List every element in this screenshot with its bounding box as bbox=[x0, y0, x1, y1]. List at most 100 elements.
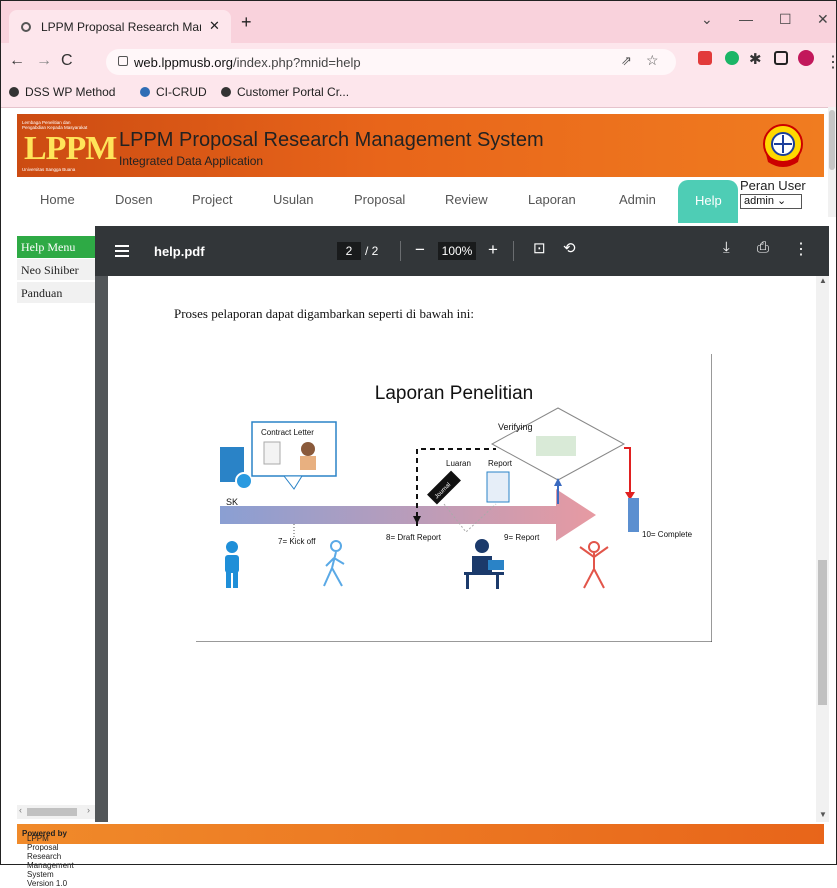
walking-person-icon bbox=[323, 540, 345, 587]
menu-help-active[interactable]: Help bbox=[678, 180, 738, 223]
fit-page-icon[interactable]: ⊡ bbox=[533, 239, 546, 257]
browser-tab[interactable]: LPPM Proposal Research Manage ✕ bbox=[9, 10, 231, 44]
pdf-filename: help.pdf bbox=[154, 244, 205, 259]
maximize-button[interactable]: ☐ bbox=[779, 11, 792, 28]
pdf-intro-text: Proses pelaporan dapat digambarkan seper… bbox=[174, 306, 474, 321]
sidebar-item-neo-sihiber[interactable]: Neo Sihiber bbox=[17, 259, 95, 281]
site-title: LPPM Proposal Research Management System bbox=[119, 129, 544, 151]
report-chart-icon bbox=[486, 471, 510, 503]
lppm-logo: Lembaga Penelitian dan Pengabdian Kepada… bbox=[22, 120, 117, 172]
back-icon[interactable]: ← bbox=[9, 52, 25, 70]
toolbar-divider bbox=[400, 241, 401, 261]
report-step-label: 9= Report bbox=[504, 533, 540, 542]
tab-title: LPPM Proposal Research Manage bbox=[41, 20, 201, 34]
reload-icon[interactable]: C bbox=[61, 52, 73, 70]
forward-icon[interactable]: → bbox=[36, 52, 52, 70]
complete-label: 10= Complete bbox=[642, 530, 693, 539]
university-seal-icon bbox=[763, 124, 803, 167]
side-panel-icon[interactable] bbox=[774, 51, 788, 65]
grammarly-icon[interactable] bbox=[725, 51, 739, 65]
new-tab-button[interactable]: + bbox=[241, 13, 252, 31]
role-select[interactable]: admin ⌄ bbox=[740, 194, 802, 209]
bookmark-ci-crud[interactable]: CI-CRUD bbox=[140, 85, 207, 99]
page-total: / 2 bbox=[365, 244, 379, 258]
luaran-label: Luaran bbox=[446, 459, 471, 468]
menu-admin[interactable]: Admin bbox=[619, 192, 656, 207]
letter-icon bbox=[263, 441, 281, 465]
menu-home[interactable]: Home bbox=[40, 192, 75, 207]
address-bar[interactable]: web.lppmusb.org/index.php?mnid=help ⇗ ☆ bbox=[106, 49, 676, 75]
main-menu: Home Dosen Project Usulan Proposal Revie… bbox=[17, 177, 824, 223]
standing-person-icon bbox=[225, 541, 239, 588]
verifying-label: Verifying bbox=[498, 422, 533, 432]
site-footer: Powered by LPPM Proposal Research Manage… bbox=[17, 824, 824, 888]
scroll-right-icon[interactable]: › bbox=[87, 805, 90, 815]
extensions-puzzle-icon[interactable]: ✱ bbox=[749, 50, 762, 68]
role-label: Peran User bbox=[740, 178, 806, 193]
rotate-icon[interactable]: ⟲ bbox=[563, 239, 576, 257]
tab-close-icon[interactable]: ✕ bbox=[209, 18, 220, 34]
callout-arrow bbox=[282, 475, 303, 490]
site-subtitle: Integrated Data Application bbox=[119, 154, 264, 168]
diagram-title: Laporan Penelitian bbox=[375, 383, 533, 404]
complete-bar bbox=[628, 498, 639, 532]
red-arrow-line bbox=[624, 447, 631, 494]
bookmark-icon bbox=[140, 87, 150, 97]
url-text: web.lppmusb.org/index.php?mnid=help bbox=[134, 55, 361, 70]
horizontal-scroll-thumb[interactable] bbox=[27, 808, 77, 816]
toolbar-divider bbox=[513, 241, 514, 261]
tab-search-chevron-icon[interactable]: ⌄ bbox=[701, 11, 713, 28]
star-icon[interactable]: ☆ bbox=[646, 52, 659, 69]
pdf-scrollbar[interactable]: ▲ ▼ bbox=[816, 276, 829, 822]
draft-report-label: 8= Draft Report bbox=[386, 533, 442, 542]
tab-bar: LPPM Proposal Research Manage ✕ + ⌄ — ☐ … bbox=[1, 1, 836, 44]
sidebar-item-panduan[interactable]: Panduan bbox=[17, 282, 95, 304]
meeting-icon bbox=[536, 436, 576, 456]
menu-project[interactable]: Project bbox=[192, 192, 232, 207]
chevron-down-icon: ⌄ bbox=[777, 195, 787, 207]
menu-proposal[interactable]: Proposal bbox=[354, 192, 405, 207]
globe-icon bbox=[221, 87, 231, 97]
woman-icon bbox=[301, 442, 315, 456]
minimize-button[interactable]: — bbox=[739, 11, 753, 27]
report-label: Report bbox=[488, 459, 513, 468]
globe-icon bbox=[21, 22, 31, 32]
lock-icon bbox=[118, 56, 128, 66]
extension-icon[interactable] bbox=[698, 51, 712, 65]
page-scrollbar-thumb[interactable] bbox=[829, 110, 835, 170]
scroll-left-icon[interactable]: ‹ bbox=[19, 805, 22, 815]
menu-review[interactable]: Review bbox=[445, 192, 488, 207]
footer-text: Powered by LPPM Proposal Research Manage… bbox=[22, 829, 74, 888]
profile-avatar-icon[interactable] bbox=[798, 50, 814, 66]
help-sidebar: Help Menu Neo Sihiber Panduan bbox=[17, 236, 95, 822]
download-icon[interactable]: ⤓ bbox=[723, 239, 730, 256]
scroll-up-icon[interactable]: ▲ bbox=[819, 276, 827, 285]
horizontal-scrollbar[interactable]: ‹ › bbox=[17, 805, 95, 819]
check-icon bbox=[235, 472, 253, 490]
zoom-out-button[interactable]: − bbox=[415, 240, 425, 260]
zoom-in-button[interactable]: + bbox=[488, 240, 498, 260]
close-window-button[interactable]: ✕ bbox=[817, 11, 829, 28]
page-number-input[interactable]: 2 bbox=[337, 242, 361, 260]
bookmark-customer-portal[interactable]: Customer Portal Cr... bbox=[221, 85, 349, 99]
hamburger-menu-icon[interactable] bbox=[115, 245, 129, 247]
share-icon[interactable]: ⇗ bbox=[621, 53, 632, 69]
more-menu-icon[interactable]: ⋮ bbox=[825, 52, 837, 72]
globe-icon bbox=[9, 87, 19, 97]
menu-dosen[interactable]: Dosen bbox=[115, 192, 153, 207]
sidebar-header: Help Menu bbox=[17, 236, 95, 258]
print-icon[interactable]: ⎙ bbox=[757, 239, 769, 256]
zoom-level-input[interactable]: 100% bbox=[438, 242, 476, 260]
sk-label: SK bbox=[226, 497, 238, 507]
bookmarks-bar: DSS WP Method CI-CRUD Customer Portal Cr… bbox=[1, 79, 836, 108]
laporan-diagram: Laporan Penelitian SK Contract Letter Ve… bbox=[196, 354, 712, 642]
scroll-down-icon[interactable]: ▼ bbox=[819, 810, 827, 819]
menu-laporan[interactable]: Laporan bbox=[528, 192, 576, 207]
menu-usulan[interactable]: Usulan bbox=[273, 192, 313, 207]
working-person-icon bbox=[464, 539, 504, 589]
pdf-scrollbar-thumb[interactable] bbox=[818, 560, 827, 705]
more-options-icon[interactable]: ⋮ bbox=[793, 239, 809, 259]
celebrating-person-icon bbox=[579, 541, 609, 589]
bookmark-dss[interactable]: DSS WP Method bbox=[9, 85, 115, 99]
kick-off-label: 7= Kick off bbox=[278, 537, 316, 546]
